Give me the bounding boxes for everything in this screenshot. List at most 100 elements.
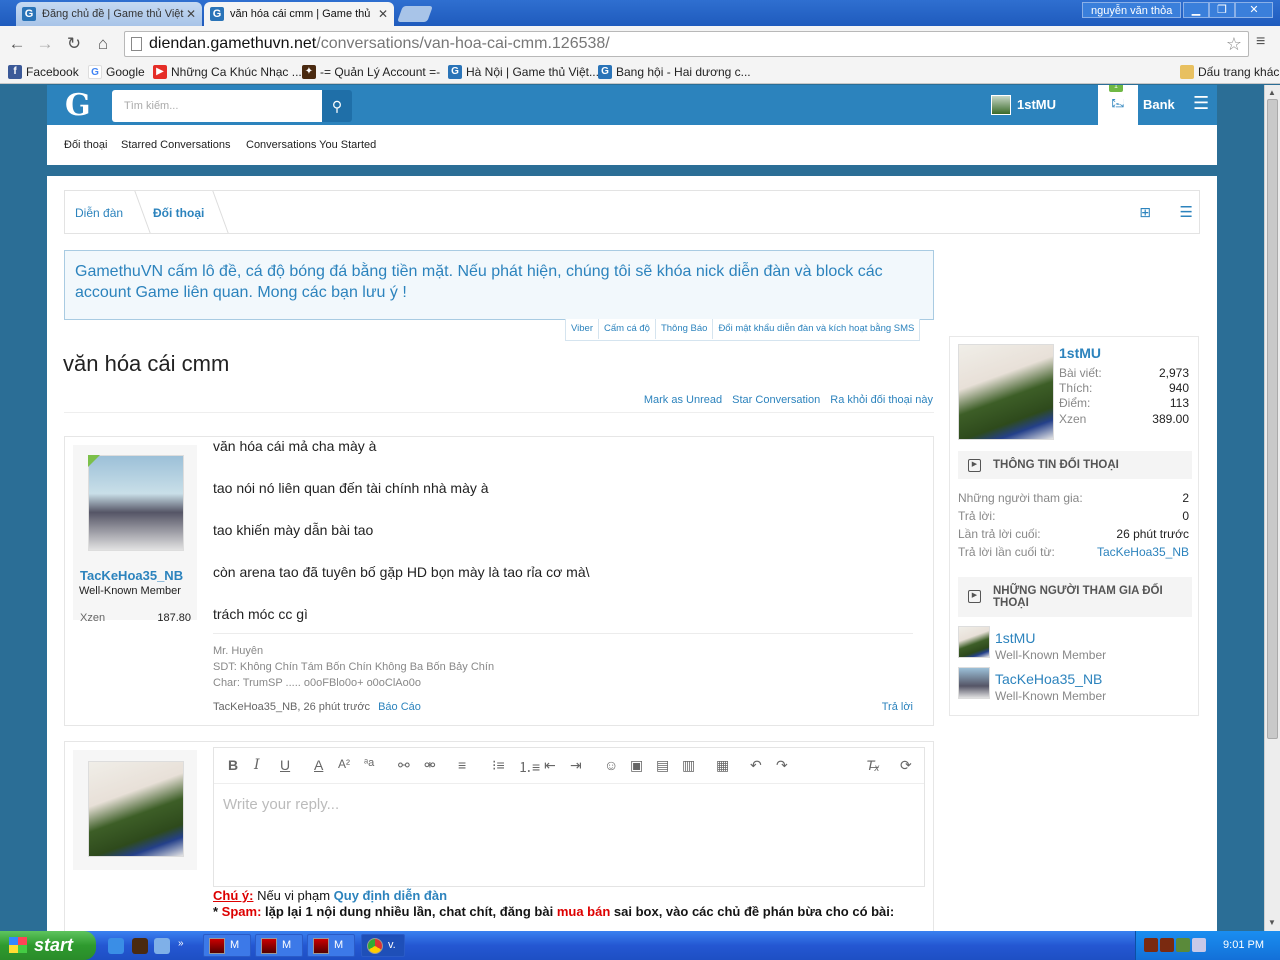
tray-icon[interactable] — [1192, 938, 1206, 952]
font-color-icon[interactable]: A — [314, 757, 323, 773]
restore-icon[interactable]: ❐ — [1209, 2, 1235, 18]
link-icon[interactable]: ⚯ — [398, 757, 410, 774]
bookmark-facebook[interactable]: f Facebook — [8, 65, 79, 79]
italic-icon[interactable]: I — [254, 757, 260, 773]
reload-icon[interactable]: ↻ — [63, 33, 85, 55]
game-icon — [261, 938, 277, 954]
breadcrumb-conversations[interactable]: Đối thoại — [153, 206, 204, 220]
sitemap-icon[interactable]: ⊞ — [1139, 204, 1151, 221]
search-input[interactable]: Tìm kiếm... — [112, 90, 322, 122]
notice-link-betting[interactable]: Cấm cá độ — [599, 319, 656, 339]
numbered-list-icon[interactable]: ⒈≡ — [518, 757, 540, 777]
site-logo[interactable]: G — [65, 88, 91, 123]
scroll-up-icon[interactable]: ▲ — [1268, 88, 1276, 97]
mark-unread-link[interactable]: Mark as Unread — [644, 394, 722, 406]
vertical-scrollbar[interactable]: ▲ ▼ — [1264, 85, 1280, 931]
browser-tab-1[interactable]: G Đăng chủ đề | Game thủ Việt ✕ — [16, 2, 202, 26]
image-icon[interactable]: ▣ — [630, 757, 643, 774]
taskbar-item[interactable]: M — [203, 934, 251, 957]
avatar[interactable] — [958, 344, 1054, 440]
report-link[interactable]: Báo Cáo — [378, 701, 421, 713]
scrollbar-thumb[interactable] — [1267, 99, 1278, 739]
bookmark-google[interactable]: G Google — [88, 65, 145, 79]
game-icon[interactable] — [132, 938, 148, 954]
back-icon[interactable]: ← — [6, 33, 28, 55]
rules-link[interactable]: Quy định diễn đàn — [334, 888, 447, 903]
subnav-starred[interactable]: Starred Conversations — [121, 139, 230, 151]
bookmark-hanoi[interactable]: G Hà Nội | Game thủ Việt... — [448, 65, 599, 79]
notice-link-viber[interactable]: Viber — [566, 319, 600, 339]
reply-input[interactable]: Write your reply... — [223, 796, 339, 813]
search-icon[interactable]: ⚲ — [322, 90, 352, 122]
desktop-icon[interactable] — [154, 938, 170, 954]
taskbar-item[interactable]: v. — [361, 934, 405, 957]
ie-icon[interactable] — [108, 938, 124, 954]
bookmark-youtube[interactable]: ▶ Những Ca Khúc Nhạc ... — [153, 65, 302, 79]
last-reply-user-link[interactable]: TacKeHoa35_NB — [1097, 545, 1189, 559]
font-family-icon[interactable]: ᵃa — [364, 757, 374, 769]
scroll-down-icon[interactable]: ▼ — [1268, 918, 1276, 927]
underline-icon[interactable]: U — [280, 757, 290, 773]
forward-icon[interactable]: → — [34, 33, 56, 55]
close-window-icon[interactable]: ✕ — [1235, 2, 1273, 18]
close-tab-icon[interactable]: ✕ — [186, 2, 196, 26]
toggle-bbcode-icon[interactable]: ⟳ — [900, 757, 912, 774]
menu-icon[interactable]: ☰ — [1193, 93, 1209, 114]
tray-icon[interactable] — [1176, 938, 1190, 952]
remove-format-icon[interactable]: T̶ₓ — [866, 757, 880, 773]
tray-icon[interactable] — [1160, 938, 1174, 952]
outdent-icon[interactable]: ⇤ — [544, 757, 556, 774]
participant-name[interactable]: 1stMU — [995, 630, 1035, 646]
start-button[interactable]: start — [0, 931, 96, 960]
bank-link[interactable]: Bank — [1143, 97, 1175, 112]
close-tab-icon[interactable]: ✕ — [378, 2, 388, 26]
main-content: Diễn đàn Đối thoại ⊞ ☰ GamethuVN cấm lô … — [47, 176, 1217, 931]
reply-link[interactable]: Trả lời — [882, 701, 913, 713]
save-draft-icon[interactable]: ▦ — [716, 757, 729, 774]
subnav-started[interactable]: Conversations You Started — [246, 139, 376, 151]
undo-icon[interactable]: ↶ — [750, 757, 762, 774]
other-bookmarks[interactable]: Dấu trang khác — [1180, 65, 1279, 79]
header-user-link[interactable]: 1stMU — [991, 95, 1056, 115]
indent-icon[interactable]: ⇥ — [570, 757, 582, 774]
subnav-conversations[interactable]: Đối thoại — [64, 139, 107, 151]
bookmark-star-icon[interactable]: ☆ — [1226, 32, 1242, 56]
bullet-list-icon[interactable]: ⁝≡ — [492, 757, 505, 774]
windows-logo-icon — [9, 937, 27, 953]
unlink-icon[interactable]: ⚮ — [424, 757, 436, 774]
align-icon[interactable]: ≡ — [458, 757, 466, 773]
tray-icon[interactable] — [1144, 938, 1158, 952]
smilie-icon[interactable]: ☺ — [604, 757, 618, 773]
star-conversation-link[interactable]: Star Conversation — [732, 394, 820, 406]
bookmark-account[interactable]: ✦ -= Quản Lý Account =- — [302, 65, 440, 79]
profile-name[interactable]: nguyễn văn thỏa — [1082, 2, 1182, 18]
bold-icon[interactable]: B — [228, 757, 238, 773]
avatar[interactable] — [88, 455, 184, 551]
sidebar-username[interactable]: 1stMU — [1059, 345, 1101, 361]
minimize-icon[interactable]: ▁ — [1183, 2, 1209, 18]
quote-icon[interactable]: ▥ — [682, 757, 695, 774]
stat-value: 389.00 — [1152, 412, 1189, 426]
home-icon[interactable]: ⌂ — [92, 33, 114, 55]
redo-icon[interactable]: ↷ — [776, 757, 788, 774]
participant-name[interactable]: TacKeHoa35_NB — [995, 671, 1102, 687]
breadcrumb-forum[interactable]: Diễn đàn — [75, 206, 123, 220]
taskbar-item[interactable]: M — [307, 934, 355, 957]
new-tab-button[interactable] — [397, 6, 433, 22]
media-icon[interactable]: ▤ — [656, 757, 669, 774]
notice-link-announcement[interactable]: Thông Báo — [656, 319, 714, 339]
list-icon[interactable]: ☰ — [1180, 203, 1193, 221]
bookmark-banghoi[interactable]: G Bang hội - Hai dương c... — [598, 65, 751, 79]
avatar[interactable] — [958, 667, 990, 699]
chrome-menu-icon[interactable]: ≡ — [1256, 33, 1265, 51]
taskbar-item[interactable]: M — [255, 934, 303, 957]
browser-tab-2[interactable]: G văn hóa cái cmm | Game thủ ✕ — [204, 2, 394, 26]
avatar[interactable] — [958, 626, 990, 658]
more-icon[interactable]: » — [178, 938, 188, 954]
leave-conversation-link[interactable]: Ra khỏi đối thoại này — [830, 394, 933, 406]
font-size-icon[interactable]: A² — [338, 757, 350, 771]
notice-link-password[interactable]: Đổi mật khẩu diễn đàn và kích hoạt bằng … — [713, 319, 919, 339]
message-author[interactable]: TacKeHoa35_NB — [80, 568, 183, 583]
alerts-flag-icon[interactable]: ⚑ 1 — [1109, 85, 1129, 123]
address-bar[interactable]: diendan.gamethuvn.net/conversations/van-… — [124, 31, 1249, 57]
